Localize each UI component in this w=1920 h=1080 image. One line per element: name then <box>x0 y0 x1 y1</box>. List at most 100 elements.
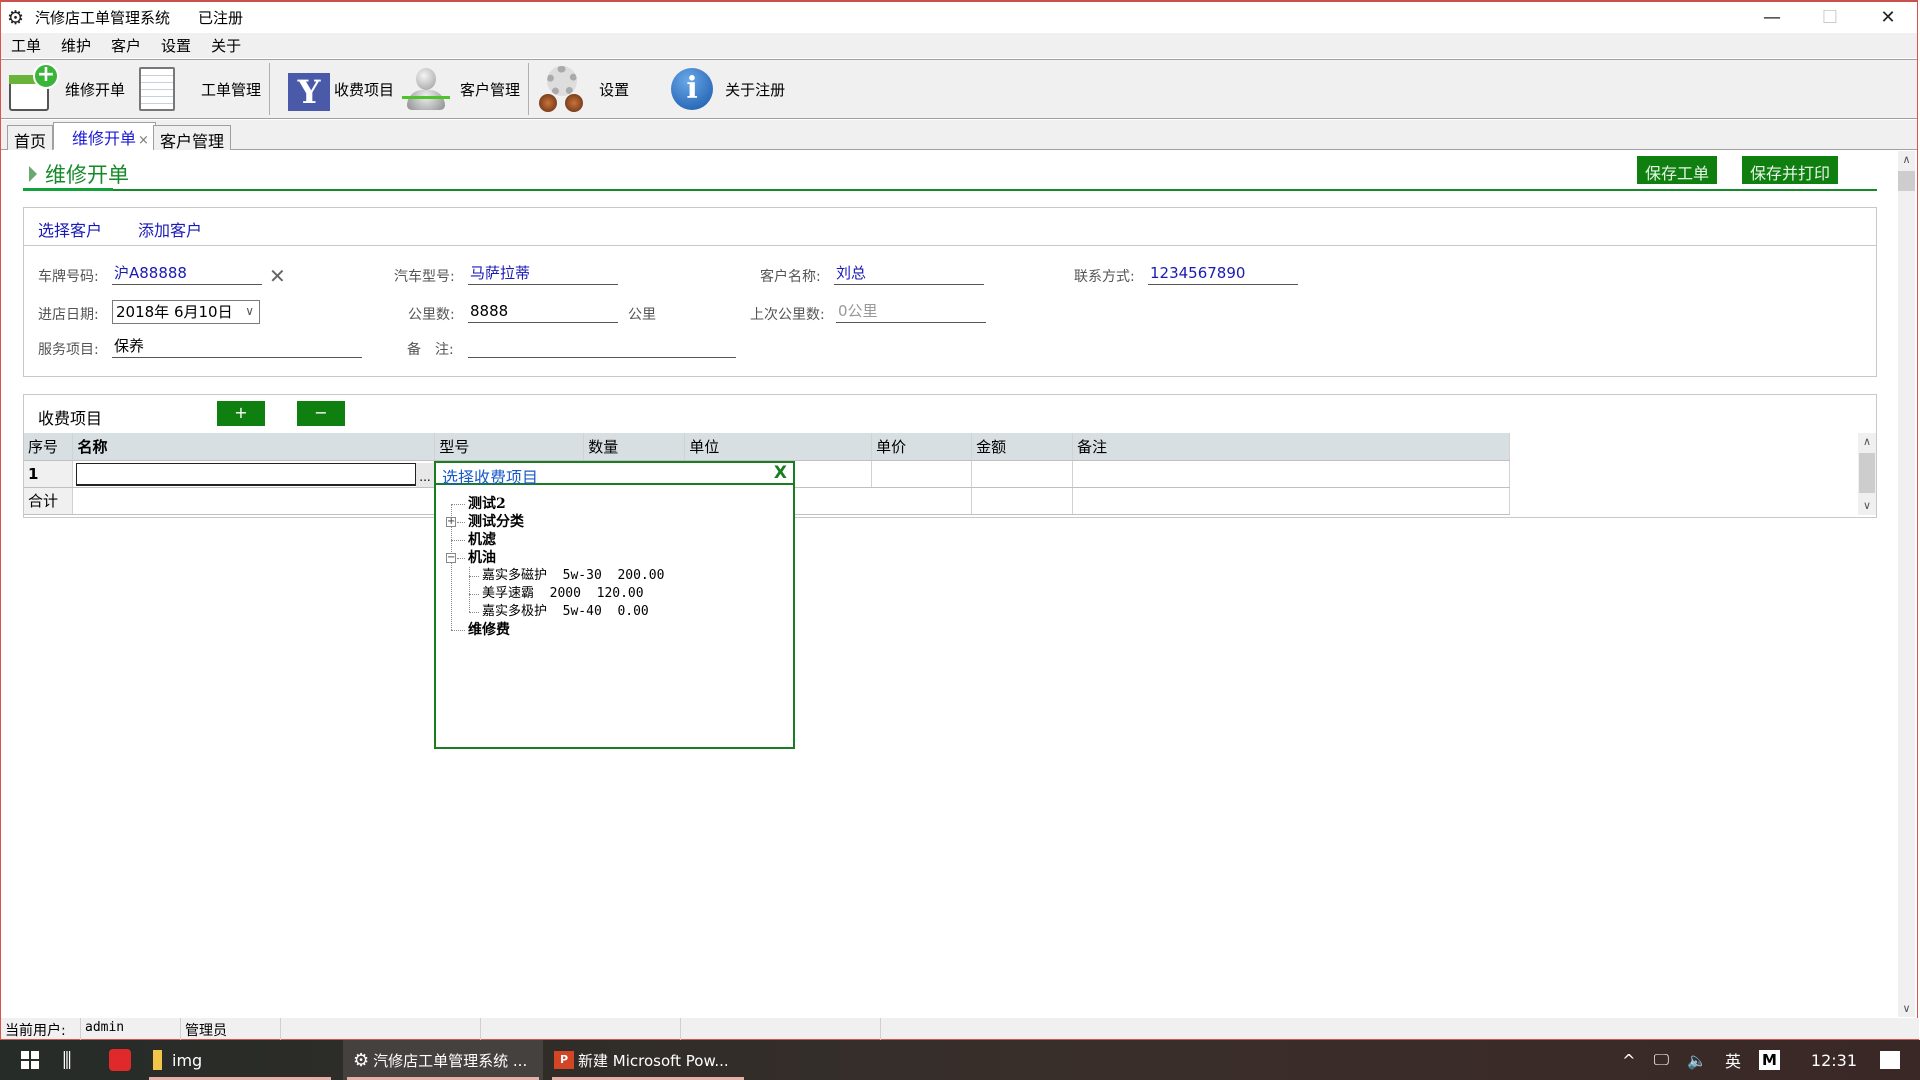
picker-close-button[interactable]: X <box>774 463 787 483</box>
toolbar-label: 维修开单 <box>65 80 126 99</box>
name-cell-editor[interactable] <box>76 463 416 486</box>
col-name[interactable]: 名称 <box>72 433 436 461</box>
scroll-thumb[interactable] <box>1859 453 1875 493</box>
expand-plus-icon[interactable]: + <box>446 517 456 527</box>
plate-field[interactable]: 沪A88888 <box>112 263 262 285</box>
title-divider-accent <box>23 188 113 191</box>
taskbar-item-powerpoint[interactable]: P 新建 Microsoft Pow... <box>548 1040 748 1080</box>
cell-remark[interactable] <box>1072 460 1510 488</box>
remove-row-button[interactable]: − <box>297 401 345 426</box>
maximize-button[interactable]: ☐ <box>1801 2 1859 33</box>
tray-chevron-up-icon[interactable]: ^ <box>1622 1051 1635 1070</box>
clear-plate-icon[interactable]: ✕ <box>269 264 286 288</box>
menu-customer[interactable]: 客户 <box>101 35 151 56</box>
ime-mode-icon[interactable]: M <box>1758 1050 1780 1070</box>
save-order-button[interactable]: 保存工单 <box>1637 156 1718 184</box>
cell-amount[interactable] <box>971 460 1074 488</box>
total-label: 合计 <box>24 487 74 515</box>
scroll-up-icon[interactable]: ∧ <box>1898 151 1915 168</box>
remark-field[interactable] <box>468 336 736 358</box>
customer-panel: 选择客户 添加客户 车牌号码: 沪A88888 ✕ 汽车型号: 马萨拉蒂 客户名… <box>23 207 1877 377</box>
spreadsheet-icon <box>139 67 176 111</box>
col-remark[interactable]: 备注 <box>1072 433 1510 461</box>
taskbar-item-youdao[interactable] <box>100 1040 140 1080</box>
mileage-unit: 公里 <box>628 307 656 323</box>
add-row-button[interactable]: + <box>217 401 265 426</box>
taskbar-item-app[interactable]: ⚙ 汽修店工单管理系统 ... <box>343 1040 543 1080</box>
tab-close-icon[interactable]: × <box>138 133 149 148</box>
tree-leaf[interactable]: 嘉实多极护 5w-40 0.00 <box>446 603 664 621</box>
ime-indicator[interactable]: 英 <box>1725 1048 1741 1072</box>
customer-name-field[interactable]: 刘总 <box>834 263 984 285</box>
collapse-minus-icon[interactable]: − <box>446 553 456 563</box>
taskbar-item-img[interactable]: img <box>145 1040 335 1080</box>
car-model-field[interactable]: 马萨拉蒂 <box>468 263 618 285</box>
tab-home[interactable]: 首页 <box>7 125 54 151</box>
content-area: 维修开单 保存工单 保存并打印 选择客户 添加客户 车牌号码: 沪A88888 … <box>1 151 1899 1017</box>
col-index[interactable]: 序号 <box>24 433 74 461</box>
toolbar-fee-items-button[interactable]: Y 收费项目 <box>284 61 398 117</box>
tree-node[interactable]: 测试2 <box>446 495 664 513</box>
scroll-down-icon[interactable]: ∨ <box>1898 1000 1915 1017</box>
tree-node[interactable]: + 测试分类 <box>446 513 664 531</box>
tree-node[interactable]: 机滤 <box>446 531 664 549</box>
tab-label: 首页 <box>14 132 47 151</box>
tree-leaf[interactable]: 美孚速霸 2000 120.00 <box>446 585 664 603</box>
tree-node[interactable]: − 机油 <box>446 549 664 567</box>
menu-maintain[interactable]: 维护 <box>51 35 101 56</box>
status-cell <box>481 1018 681 1040</box>
select-customer-link[interactable]: 选择客户 <box>38 217 102 241</box>
powerpoint-icon: P <box>554 1051 574 1069</box>
picker-header: 选择收费项目 X <box>436 463 793 487</box>
toolbar-about-button[interactable]: i 关于注册 <box>667 61 789 117</box>
date-picker[interactable]: 2018年 6月10日 ∨ <box>112 300 260 324</box>
toolbar-settings-button[interactable]: 设置 <box>533 61 633 117</box>
main-scrollbar[interactable]: ∧ ∨ <box>1898 151 1915 1017</box>
grid-scrollbar[interactable]: ∧ ∨ <box>1858 433 1876 515</box>
mileage-field[interactable]: 8888 <box>468 301 618 323</box>
toolbar-new-order-button[interactable]: + 维修开单 <box>5 61 129 117</box>
col-amount[interactable]: 金额 <box>971 433 1074 461</box>
clock[interactable]: 12:31 <box>1811 1051 1857 1070</box>
scroll-up-icon[interactable]: ∧ <box>1858 433 1876 451</box>
status-cell <box>881 1018 1919 1040</box>
cell-price[interactable] <box>871 460 973 488</box>
app-window: ⚙ 汽修店工单管理系统 已注册 — ☐ ✕ 工单 维护 客户 设置 关于 + 维… <box>0 0 1919 1040</box>
col-unit[interactable]: 单位 <box>684 433 873 461</box>
add-customer-link[interactable]: 添加客户 <box>138 217 202 241</box>
window-title: 汽修店工单管理系统 <box>35 9 171 27</box>
scroll-down-icon[interactable]: ∨ <box>1858 497 1876 515</box>
user-pulse-icon <box>402 66 451 112</box>
toolbar-customer-manage-button[interactable]: 客户管理 <box>398 61 524 117</box>
tree-node[interactable]: 维修费 <box>446 621 664 639</box>
chevron-down-icon[interactable]: ∨ <box>245 301 254 321</box>
tab-new-order[interactable]: 维修开单 × <box>53 122 156 150</box>
tree-leaf[interactable]: 嘉实多磁护 5w-30 200.00 <box>446 567 664 585</box>
contact-field[interactable]: 1234567890 <box>1148 263 1298 285</box>
menu-about[interactable]: 关于 <box>201 35 251 56</box>
col-model[interactable]: 型号 <box>434 433 585 461</box>
col-price[interactable]: 单价 <box>871 433 973 461</box>
row-index: 1 <box>24 460 74 488</box>
scroll-thumb[interactable] <box>1898 171 1915 191</box>
col-qty[interactable]: 数量 <box>583 433 686 461</box>
last-mileage-field[interactable]: 0公里 <box>836 301 986 323</box>
service-field[interactable]: 保养 <box>112 336 362 358</box>
save-print-button[interactable]: 保存并打印 <box>1742 156 1839 184</box>
tree-node-label: 机油 <box>468 550 496 566</box>
task-view-button[interactable]: ⫼ <box>52 1040 82 1080</box>
status-bar: 当前用户: admin 管理员 <box>1 1018 1919 1040</box>
date-label: 进店日期: <box>38 307 99 323</box>
browse-items-button[interactable]: ... <box>416 463 434 487</box>
toolbar-order-manage-button[interactable]: 工单管理 <box>135 61 265 117</box>
menu-settings[interactable]: 设置 <box>151 35 201 56</box>
network-icon[interactable]: 🖵 <box>1654 1050 1669 1070</box>
menu-workorder[interactable]: 工单 <box>1 35 51 56</box>
close-button[interactable]: ✕ <box>1859 2 1917 33</box>
minimize-button[interactable]: — <box>1743 2 1801 33</box>
volume-icon[interactable]: 🔈 <box>1687 1051 1707 1070</box>
notification-icon[interactable] <box>1880 1051 1900 1069</box>
tab-customer-manage[interactable]: 客户管理 <box>153 125 232 151</box>
taskbar: ⫼ img ⚙ 汽修店工单管理系统 ... P 新建 Microsoft Pow… <box>0 1040 1920 1080</box>
start-button[interactable] <box>10 1040 50 1080</box>
